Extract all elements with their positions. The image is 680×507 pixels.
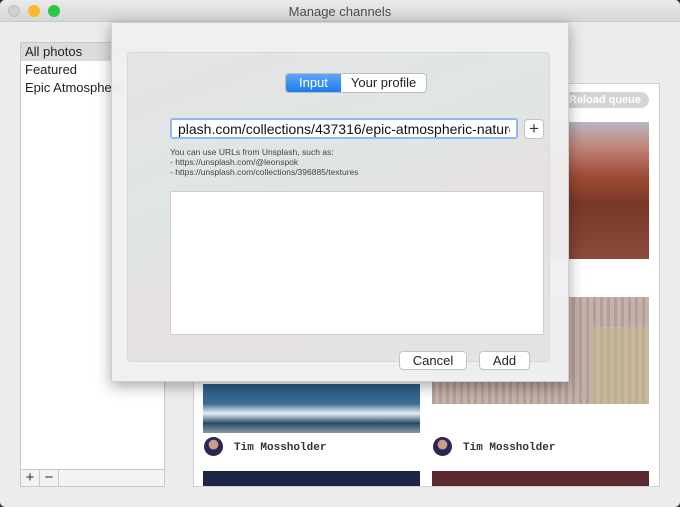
segmented-tabs: Input Your profile [285, 73, 428, 93]
urls-list-area[interactable] [170, 191, 544, 335]
help-line: - https://unsplash.com/collections/39688… [170, 167, 359, 177]
url-input[interactable] [170, 118, 518, 139]
help-line: - https://unsplash.com/@leonspok [170, 157, 299, 167]
cancel-button[interactable]: Cancel [399, 351, 467, 370]
photo-thumbnail[interactable] [203, 471, 420, 486]
avatar [433, 437, 452, 456]
avatar [204, 437, 223, 456]
photo-author[interactable]: Tim Mossholder [234, 442, 326, 454]
sheet-content: Input Your profile + You can use URLs fr… [127, 52, 550, 370]
help-text: You can use URLs from Unsplash, such as:… [170, 147, 359, 177]
add-channel-button[interactable]: + [21, 470, 40, 486]
tab-input[interactable]: Input [286, 74, 341, 92]
reload-queue-button[interactable]: Reload queue [560, 92, 649, 108]
photo-author[interactable]: Tim Mossholder [463, 442, 555, 454]
manage-channels-window: Manage channels All photos Featured Epic… [0, 0, 680, 507]
tab-your-profile[interactable]: Your profile [341, 74, 426, 92]
title-bar: Manage channels [0, 0, 680, 22]
list-toolbar: + − [21, 469, 164, 486]
photo-surf[interactable] [203, 384, 420, 433]
add-button[interactable]: Add [479, 351, 530, 370]
photo-thumbnail[interactable] [432, 471, 649, 486]
add-url-button[interactable]: + [524, 119, 544, 139]
remove-channel-button[interactable]: − [40, 470, 59, 486]
add-channel-sheet: Input Your profile + You can use URLs fr… [111, 22, 569, 382]
help-line: You can use URLs from Unsplash, such as: [170, 147, 334, 157]
window-title: Manage channels [288, 4, 392, 19]
